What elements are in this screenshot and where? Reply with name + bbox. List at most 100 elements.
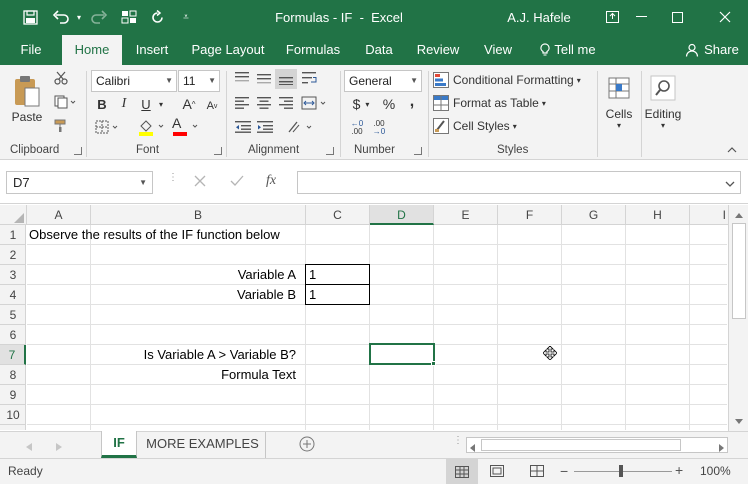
page-layout-view-icon[interactable] (490, 465, 504, 480)
select-all-button[interactable] (0, 205, 27, 225)
cell-b3[interactable]: Variable A (91, 265, 296, 285)
cell-c4[interactable]: 1 (305, 284, 370, 305)
tell-me-box[interactable]: Tell me (536, 35, 600, 65)
formula-bar-grip-icon[interactable]: ⋮ (168, 173, 178, 191)
row-header-7[interactable]: 7 (0, 345, 26, 365)
page-break-preview-icon[interactable] (530, 465, 544, 480)
tab-split-grip-icon[interactable]: ⋮ (453, 436, 463, 453)
scroll-right-icon[interactable] (719, 441, 724, 455)
row-header-3[interactable]: 3 (0, 265, 26, 285)
column-header-e[interactable]: E (434, 205, 498, 225)
fill-color-button[interactable] (136, 117, 168, 137)
tab-formulas[interactable]: Formulas (282, 35, 344, 65)
orientation-icon[interactable] (286, 118, 316, 136)
tab-data[interactable]: Data (358, 35, 400, 65)
increase-indent-icon[interactable] (255, 119, 275, 135)
cell-b8[interactable]: Formula Text (91, 365, 296, 385)
cell-c3[interactable]: 1 (305, 264, 370, 285)
zoom-in-icon[interactable]: + (675, 463, 683, 477)
tab-file[interactable]: File (10, 35, 52, 65)
redo-icon[interactable] (86, 6, 112, 28)
save-icon[interactable] (18, 6, 42, 28)
scroll-down-icon[interactable] (732, 415, 746, 427)
row-header-9[interactable]: 9 (0, 385, 26, 405)
close-icon[interactable] (708, 6, 742, 28)
middle-align-icon[interactable] (255, 70, 273, 86)
sheet-tab-more-examples[interactable]: MORE EXAMPLES (140, 432, 266, 458)
column-header-f[interactable]: F (498, 205, 562, 225)
undo-dropdown-icon[interactable]: ▾ (74, 6, 84, 28)
form-icon[interactable] (118, 6, 140, 28)
chevron-down-icon[interactable]: ▼ (139, 172, 147, 193)
collapse-ribbon-icon[interactable] (724, 143, 740, 157)
worksheet-grid[interactable]: Observe the results of the IF function b… (27, 225, 727, 430)
underline-button[interactable]: U (138, 95, 154, 113)
vertical-scroll-thumb[interactable] (732, 223, 746, 319)
editing-button[interactable]: Editing ▾ (643, 70, 683, 134)
alignment-launcher-icon[interactable] (326, 147, 334, 155)
column-header-g[interactable]: G (562, 205, 626, 225)
clipboard-launcher-icon[interactable] (74, 147, 82, 155)
decrease-decimal-button[interactable]: .00 →0 (368, 118, 390, 138)
vertical-scrollbar[interactable] (728, 205, 748, 431)
ribbon-display-options-icon[interactable] (600, 6, 624, 28)
cell-a1[interactable]: Observe the results of the IF function b… (29, 225, 280, 245)
grow-font-button[interactable]: A ^ (180, 95, 198, 113)
tab-page-layout[interactable]: Page Layout (188, 35, 268, 65)
number-format-select[interactable]: General ▼ (344, 70, 422, 92)
currency-button[interactable]: $ ▾ (346, 95, 376, 113)
column-header-b[interactable]: B (91, 205, 306, 225)
row-header-6[interactable]: 6 (0, 325, 26, 345)
align-right-icon[interactable] (277, 95, 295, 111)
scroll-left-icon[interactable] (470, 441, 475, 455)
increase-decimal-button[interactable]: ←0.00 (346, 118, 368, 138)
fill-handle[interactable] (431, 361, 436, 366)
row-header-10[interactable]: 10 (0, 405, 26, 425)
restore-icon[interactable] (660, 6, 694, 28)
zoom-out-icon[interactable]: − (560, 464, 568, 478)
minimize-icon[interactable] (624, 6, 658, 28)
format-painter-icon[interactable] (52, 117, 70, 135)
share-button[interactable]: Share (682, 35, 742, 65)
cell-styles-button[interactable]: Cell Styles ▾ (433, 116, 533, 136)
wrap-text-icon[interactable] (300, 70, 320, 86)
merge-center-icon[interactable] (300, 95, 330, 111)
decrease-indent-icon[interactable] (233, 119, 253, 135)
scroll-up-icon[interactable] (732, 209, 746, 221)
borders-button[interactable] (93, 118, 121, 136)
number-launcher-icon[interactable] (414, 147, 422, 155)
column-header-a[interactable]: A (27, 205, 91, 225)
insert-function-button[interactable]: fx (266, 173, 286, 191)
font-size-select[interactable]: 11 ▼ (178, 70, 220, 92)
tab-review[interactable]: Review (412, 35, 464, 65)
tab-view[interactable]: View (478, 35, 518, 65)
paste-button[interactable]: Paste (8, 69, 46, 129)
row-header-2[interactable]: 2 (0, 245, 26, 265)
row-header-8[interactable]: 8 (0, 365, 26, 385)
column-header-d[interactable]: D (370, 205, 434, 225)
zoom-slider-track[interactable] (574, 471, 672, 472)
row-header-1[interactable]: 1 (0, 225, 26, 245)
horizontal-scroll-thumb[interactable] (481, 439, 681, 451)
tab-home[interactable]: Home (62, 35, 122, 66)
cells-button[interactable]: Cells ▾ (602, 70, 636, 134)
qat-customize-icon[interactable]: ⩡ (176, 6, 196, 28)
row-header-5[interactable]: 5 (0, 305, 26, 325)
refresh-icon[interactable] (146, 6, 168, 28)
cancel-entry-icon[interactable] (194, 175, 210, 191)
bottom-align-icon[interactable] (275, 69, 297, 89)
italic-button[interactable]: I (116, 95, 132, 113)
underline-dropdown-icon[interactable]: ▾ (156, 95, 166, 113)
sheet-tab-if[interactable]: IF (101, 431, 137, 458)
horizontal-scrollbar[interactable] (466, 437, 728, 453)
column-header-h[interactable]: H (626, 205, 690, 225)
row-header-4[interactable]: 4 (0, 285, 26, 305)
font-color-button[interactable]: A (170, 115, 202, 137)
percent-button[interactable]: % (380, 95, 398, 113)
column-header-i[interactable]: I (690, 205, 728, 225)
sheet-scroll-right-icon[interactable] (56, 440, 66, 451)
cell-b7[interactable]: Is Variable A > Variable B? (91, 345, 296, 365)
shrink-font-button[interactable]: Av (204, 97, 220, 115)
active-cell-d7[interactable] (369, 343, 435, 365)
align-center-icon[interactable] (255, 95, 273, 111)
